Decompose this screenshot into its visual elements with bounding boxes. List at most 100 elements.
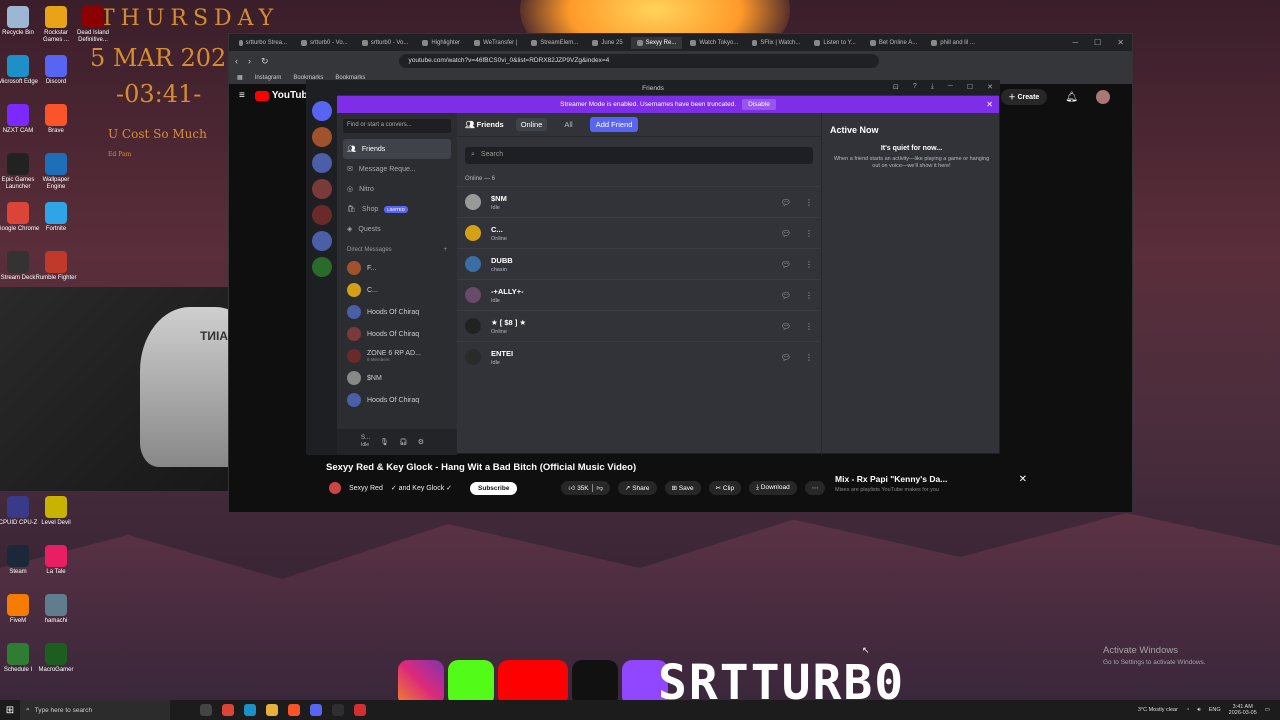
server-icon[interactable] bbox=[312, 153, 332, 173]
desktop-icon[interactable]: Dead Island Definitive... bbox=[71, 6, 115, 44]
clip-button[interactable]: ✂ Clip bbox=[708, 481, 742, 495]
more-icon[interactable]: ⋮ bbox=[805, 260, 813, 269]
browser-tab[interactable]: srtturb0 - Vo... bbox=[356, 37, 415, 49]
more-icon[interactable]: ⋮ bbox=[805, 229, 813, 238]
discord-window[interactable]: Friends ⊡ ? ⤓ ─ ☐ ✕ Streamer Mode is ena… bbox=[306, 80, 1000, 455]
obs-icon[interactable] bbox=[332, 704, 344, 716]
close-icon[interactable]: ✕ bbox=[987, 83, 993, 91]
discord-icon[interactable] bbox=[310, 704, 322, 716]
apps-icon[interactable]: ▦ bbox=[237, 74, 243, 81]
dm-item[interactable]: F... bbox=[337, 257, 457, 279]
dm-item[interactable]: $NM bbox=[337, 367, 457, 389]
desktop-icon[interactable]: Level Devil bbox=[34, 496, 78, 527]
discord-home-icon[interactable] bbox=[312, 101, 332, 121]
desktop-icon[interactable]: La Tale bbox=[34, 545, 78, 576]
share-button[interactable]: ↗ Share bbox=[617, 481, 657, 495]
friend-row[interactable]: -+ALLY+- Idle 💬︎ ⋮ bbox=[457, 279, 821, 310]
dm-item[interactable]: Hoods Of Chiraq bbox=[337, 301, 457, 323]
nav-item[interactable]: 🛍︎ Shop LIMITED bbox=[343, 199, 451, 219]
more-icon[interactable]: ⋮ bbox=[805, 353, 813, 362]
close-icon[interactable]: ✕ bbox=[1019, 474, 1027, 485]
create-button[interactable]: ＋ Create bbox=[1000, 89, 1048, 105]
gear-icon[interactable]: ⚙ bbox=[418, 438, 424, 446]
dm-item[interactable]: ZONE 6 RP AD... 6 Members bbox=[337, 345, 457, 367]
record-icon[interactable] bbox=[354, 704, 366, 716]
desktop-icon[interactable]: Discord bbox=[34, 55, 78, 86]
maximize-icon[interactable]: ☐ bbox=[967, 83, 973, 91]
back-icon[interactable]: ‹ bbox=[235, 56, 238, 66]
server-icon[interactable] bbox=[312, 231, 332, 251]
youtube-logo[interactable]: YouTube bbox=[254, 90, 313, 101]
reload-icon[interactable]: ↻ bbox=[261, 56, 269, 67]
nav-item[interactable]: ✉ Message Reque... bbox=[343, 159, 451, 179]
network-icon[interactable]: ◔ bbox=[1186, 707, 1189, 713]
task-view-icon[interactable] bbox=[200, 704, 212, 716]
friend-row[interactable]: C... Online 💬︎ ⋮ bbox=[457, 217, 821, 248]
edge-icon[interactable] bbox=[244, 704, 256, 716]
server-icon[interactable] bbox=[312, 179, 332, 199]
weather-text[interactable]: 3°C Mostly clear bbox=[1138, 707, 1178, 713]
dm-item[interactable]: Hoods Of Chiraq bbox=[337, 389, 457, 411]
microphone-icon[interactable]: 🎙︎ bbox=[380, 438, 389, 446]
desktop-icon[interactable]: MacroGamer bbox=[34, 643, 78, 674]
nav-item[interactable]: ◎ Nitro bbox=[343, 179, 451, 199]
friend-row[interactable]: ★ [ $8 ] ★ Online 💬︎ ⋮ bbox=[457, 310, 821, 341]
more-options-icon[interactable]: ⋯ bbox=[804, 481, 826, 495]
url-input[interactable]: youtube.com/watch?v=46fBCS0vi_0&list=RDR… bbox=[398, 54, 879, 68]
browser-tab[interactable]: WeTransfer | bbox=[468, 37, 523, 49]
browser-tab[interactable]: Sexyy Re... bbox=[630, 36, 683, 49]
add-friend-button[interactable]: Add Friend bbox=[589, 117, 639, 132]
server-icon[interactable] bbox=[312, 127, 332, 147]
avatar[interactable] bbox=[1096, 90, 1110, 104]
desktop-icon[interactable]: Brave bbox=[34, 104, 78, 135]
server-icon[interactable] bbox=[312, 257, 332, 277]
more-icon[interactable]: ⋮ bbox=[805, 198, 813, 207]
add-dm-icon[interactable]: + bbox=[443, 247, 447, 253]
browser-tab[interactable]: phill and lil ... bbox=[925, 37, 981, 49]
download-button[interactable]: ⤓ Download bbox=[749, 481, 797, 495]
message-icon[interactable]: 💬︎ bbox=[781, 260, 791, 269]
forward-icon[interactable]: › bbox=[248, 56, 251, 66]
message-icon[interactable]: 💬︎ bbox=[781, 322, 791, 331]
taskbar-clock[interactable]: 3:41 AM 2026-03-05 bbox=[1229, 704, 1257, 716]
folder-icon[interactable] bbox=[266, 704, 278, 716]
message-icon[interactable]: 💬︎ bbox=[781, 229, 791, 238]
help-icon[interactable]: ? bbox=[913, 83, 917, 91]
mix-panel[interactable]: Mix - Rx Papi "Kenny's Da... Mixes are p… bbox=[835, 474, 1027, 493]
browser-tab[interactable]: Watch Tokyo... bbox=[684, 37, 744, 49]
message-icon[interactable]: 💬︎ bbox=[781, 291, 791, 300]
desktop-icon[interactable]: Wallpaper Engine bbox=[34, 153, 78, 191]
message-icon[interactable]: 💬︎ bbox=[781, 353, 791, 362]
nav-item[interactable]: ◈ Quests bbox=[343, 219, 451, 239]
channel-avatar[interactable] bbox=[329, 482, 341, 494]
minimize-icon[interactable]: ─ bbox=[948, 83, 953, 91]
more-icon[interactable]: ⋮ bbox=[805, 291, 813, 300]
download-icon[interactable]: ⤓ bbox=[931, 83, 934, 91]
minimize-icon[interactable]: ─ bbox=[1072, 38, 1078, 47]
friend-row[interactable]: ENTEI Idle 💬︎ ⋮ bbox=[457, 341, 821, 372]
brave-icon[interactable] bbox=[288, 704, 300, 716]
menu-icon[interactable]: ≡ bbox=[239, 90, 245, 101]
friend-row[interactable]: DUBB chasin 💬︎ ⋮ bbox=[457, 248, 821, 279]
find-conversation-input[interactable]: Find or start a convers... bbox=[343, 119, 451, 133]
browser-tab[interactable]: srtturbo Strea... bbox=[233, 37, 293, 49]
close-icon[interactable]: ✕ bbox=[1117, 38, 1124, 47]
browser-tab[interactable]: srtturb0 - Vo... bbox=[295, 37, 354, 49]
browser-tab[interactable]: SFlix | Watch... bbox=[746, 37, 806, 49]
windows-start-icon[interactable]: ⊞ bbox=[0, 705, 20, 716]
headset-icon[interactable]: 🎧︎ bbox=[399, 438, 408, 446]
search-input[interactable]: ⌕ Search bbox=[465, 147, 813, 164]
more-icon[interactable]: ⋮ bbox=[805, 322, 813, 331]
disable-button[interactable]: Disable bbox=[742, 99, 776, 110]
inbox-icon[interactable]: ⊡ bbox=[893, 83, 899, 91]
desktop-icon[interactable]: hamachi bbox=[34, 594, 78, 625]
browser-tab[interactable]: Listen to Y... bbox=[808, 37, 861, 49]
desktop-icon[interactable]: Fortnite bbox=[34, 202, 78, 233]
nav-item[interactable]: 👥︎ Friends bbox=[343, 139, 451, 159]
channel-name[interactable]: Sexyy Red bbox=[349, 485, 383, 492]
user-name[interactable]: S... bbox=[361, 435, 370, 442]
save-button[interactable]: ⊞ Save bbox=[664, 481, 701, 495]
chrome-icon[interactable] bbox=[222, 704, 234, 716]
maximize-icon[interactable]: ☐ bbox=[1094, 38, 1101, 47]
subscribe-button[interactable]: Subscribe bbox=[470, 481, 518, 495]
